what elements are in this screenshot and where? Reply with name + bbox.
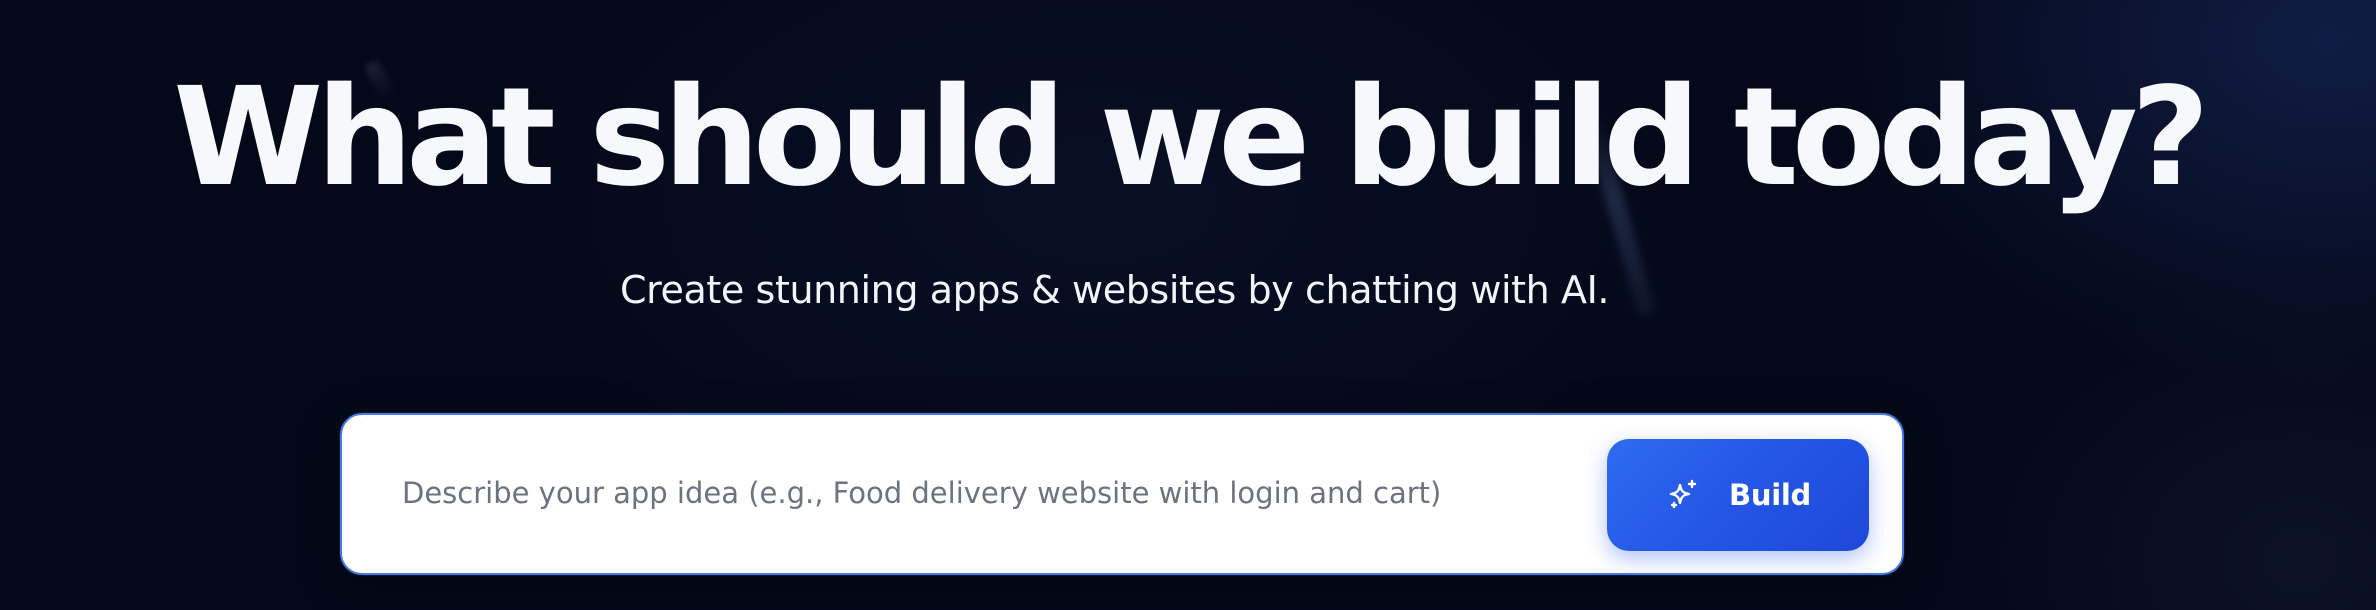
build-button-label: Build [1729, 478, 1811, 512]
page-title: What should we build today? [173, 59, 2210, 217]
prompt-box: Build [340, 413, 1904, 575]
page-subtitle: Create stunning apps & websites by chatt… [620, 268, 1610, 312]
build-button[interactable]: Build [1607, 439, 1869, 551]
sparkles-icon [1665, 477, 1701, 513]
app-idea-input[interactable] [402, 463, 1582, 523]
hero-section: What should we build today? Create stunn… [0, 0, 2376, 610]
